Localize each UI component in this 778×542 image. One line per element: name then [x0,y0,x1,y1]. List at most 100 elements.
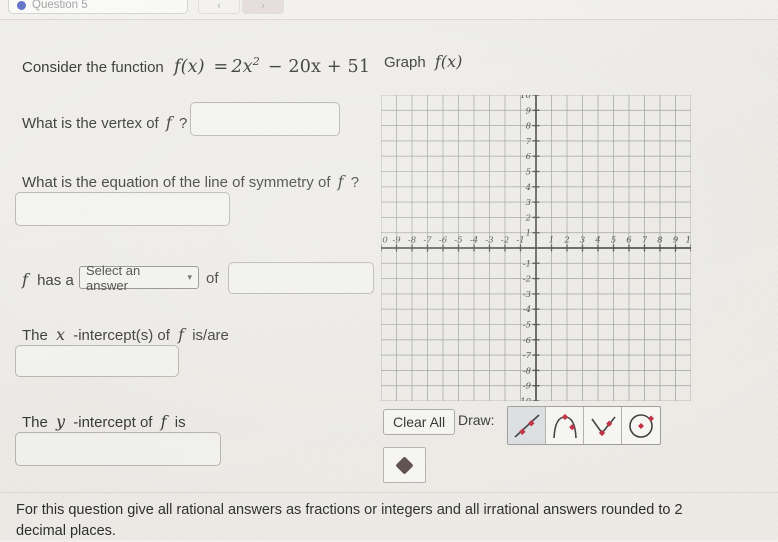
svg-text:-4: -4 [470,236,478,246]
graph-title-text: Graph [384,54,426,71]
line-icon [513,413,540,438]
function-equals: = [213,56,229,77]
footer-divider [0,492,778,493]
hasa-question-text: has a [37,272,74,289]
nav-buttons: ‹ › [198,0,284,14]
line-tool-button[interactable] [508,407,546,444]
answer-type-select[interactable]: Select an answer ▾ [79,263,199,293]
clear-all-button[interactable]: Clear All [383,409,456,436]
svg-text:9: 9 [526,106,532,116]
svg-text:-2: -2 [501,236,509,246]
circle-tool-button[interactable] [622,407,660,444]
function-rest: − 20x + 51 [267,56,371,77]
function-lhs: f(x) [173,56,205,77]
y-intercept-text-b: -intercept of [73,414,153,431]
svg-text:7: 7 [642,236,648,246]
footer-note: For this question give all rational answ… [16,502,683,540]
draw-tool-group [507,406,661,445]
hasa-question-f: f [22,270,28,289]
x-intercept-question-label: The x -intercept(s) of f is/are [22,325,229,346]
question-tab[interactable]: Question 5 close-icon [8,0,188,14]
function-term-a: 2x [231,56,253,77]
hasa-value-input[interactable] [228,262,374,294]
coordinate-grid[interactable]: -10-9-8-7-6-5-4-3-2-11234567891010987654… [381,95,691,401]
svg-text:4: 4 [525,183,531,193]
vertex-question-label: What is the vertex of f ? [22,113,187,134]
function-exponent: 2 [252,55,260,68]
graph-svg[interactable]: -10-9-8-7-6-5-4-3-2-11234567891010987654… [381,95,691,401]
point-tool-button[interactable] [383,447,426,483]
vertex-question-f: f [165,113,172,132]
svg-text:7: 7 [526,137,532,147]
function-statement: Consider the function f(x) = 2x2 − 20x + … [22,55,370,79]
svg-text:6: 6 [526,152,532,162]
parabola-tool-button[interactable] [546,407,584,444]
question-tab-label: Question 5 [32,0,88,11]
circle-icon [629,413,655,438]
symmetry-input[interactable] [15,192,230,226]
draw-label: Draw: [458,412,495,428]
svg-text:-1: -1 [523,259,531,269]
hasa-question-label: f has a [22,270,74,291]
svg-text:1: 1 [549,236,554,246]
y-intercept-question-label: The y -intercept of f is [22,412,186,433]
svg-text:5: 5 [526,168,531,178]
answer-type-select-label: Select an answer [86,262,141,293]
of-label: of [206,270,219,289]
svg-text:10: 10 [686,236,691,246]
graph-toolbar: Clear All Draw: [381,406,691,486]
prev-question-button[interactable]: ‹ [198,0,240,14]
vertex-question-text-b: ? [179,115,188,132]
question-status-dot-icon [17,1,26,10]
of-text: of [206,270,219,287]
x-intercept-input[interactable] [15,345,179,377]
y-intercept-text-c: is [174,414,186,431]
function-expression: f(x) = 2x2 − 20x + 51 [173,55,371,77]
svg-text:2: 2 [525,213,531,223]
x-intercept-f: f [178,325,185,344]
svg-text:-6: -6 [523,336,532,346]
svg-text:-10: -10 [517,397,531,401]
svg-text:-4: -4 [523,305,531,315]
svg-text:8: 8 [526,122,532,132]
svg-text:10: 10 [520,95,531,101]
svg-text:-7: -7 [523,351,532,361]
svg-text:-8: -8 [523,366,532,376]
x-intercept-x: x [56,325,66,344]
svg-text:-2: -2 [523,275,531,285]
y-intercept-input[interactable] [15,432,221,466]
y-intercept-y: y [56,412,66,431]
svg-text:-9: -9 [392,236,401,246]
svg-text:4: 4 [594,236,600,246]
symmetry-question-f: f [337,172,344,191]
svg-text:-10: -10 [381,236,388,246]
x-intercept-text-c: is/are [192,327,229,344]
x-intercept-text-b: -intercept(s) of [73,327,170,344]
svg-text:9: 9 [673,236,679,246]
svg-text:-7: -7 [423,236,432,246]
x-intercept-text-a: The [22,327,48,344]
next-question-button[interactable]: › [242,0,284,14]
svg-text:2: 2 [563,236,569,246]
y-intercept-f: f [160,412,167,431]
question-panel: Consider the function f(x) = 2x2 − 20x + … [0,20,380,490]
symmetry-question-text-b: ? [350,174,360,191]
graph-title-math: f(x) [434,52,463,71]
svg-text:3: 3 [526,198,531,208]
svg-text:8: 8 [657,236,663,246]
top-toolbar: Question 5 close-icon ‹ › [0,0,778,20]
vertex-input[interactable] [190,102,340,136]
function-statement-prefix: Consider the function [22,58,164,76]
svg-text:-1: -1 [516,236,524,246]
svg-text:-8: -8 [408,236,417,246]
svg-text:-9: -9 [523,382,532,392]
svg-text:3: 3 [580,236,585,246]
y-intercept-text-a: The [22,414,48,431]
absolute-value-tool-button[interactable] [584,407,622,444]
svg-text:-5: -5 [454,236,462,246]
symmetry-question-label: What is the equation of the line of symm… [22,172,359,193]
point-icon [395,455,414,475]
svg-text:5: 5 [611,236,616,246]
v-shape-icon [590,415,616,436]
symmetry-question-text-a: What is the equation of the line of symm… [22,174,331,191]
